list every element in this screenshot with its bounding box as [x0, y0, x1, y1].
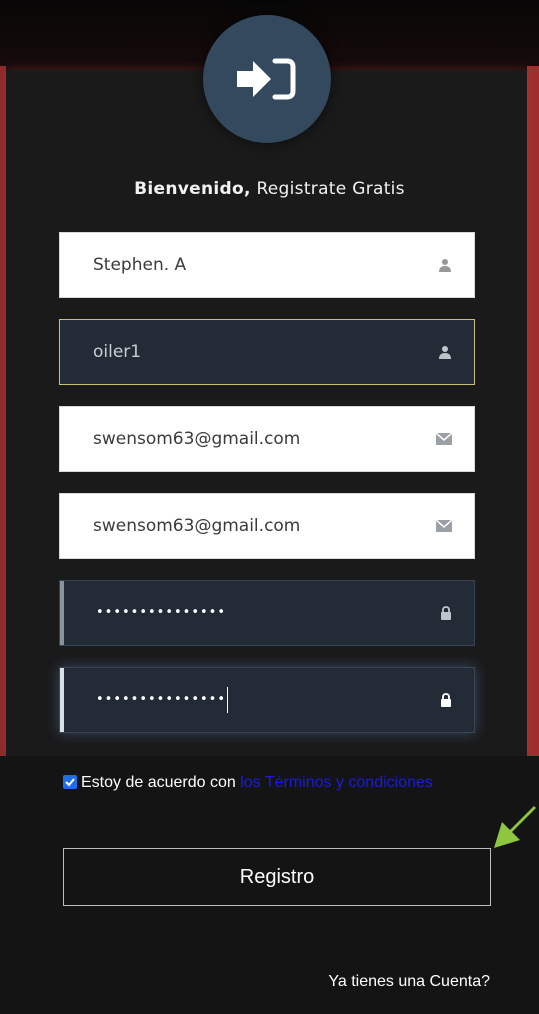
email-value: swensom63@gmail.com — [93, 429, 301, 449]
terms-row: Estoy de acuerdo con los Términos y cond… — [63, 771, 443, 795]
green-arrow-icon — [494, 806, 536, 848]
user-icon — [439, 346, 451, 359]
terms-link[interactable]: los Términos y condiciones — [240, 774, 433, 791]
username-value: oiler1 — [93, 342, 142, 362]
checkmark-icon — [65, 778, 75, 787]
text-caret — [227, 686, 229, 713]
field-accent-bar — [60, 581, 64, 645]
password-confirm-wrap: ••••••••••••••• — [96, 668, 229, 732]
card-edge-right — [527, 66, 539, 756]
sign-in-avatar — [203, 15, 331, 143]
welcome-heading: Bienvenido, Registrate Gratis — [0, 179, 539, 199]
password-confirm-value: ••••••••••••••• — [96, 692, 227, 707]
login-link[interactable]: Ya tienes una Cuenta? — [328, 973, 490, 991]
field-accent-bar — [60, 668, 64, 732]
welcome-rest: Registrate Gratis — [250, 179, 405, 199]
password-field[interactable]: ••••••••••••••• — [59, 580, 475, 646]
user-icon — [439, 259, 451, 272]
fullname-value: Stephen. A — [93, 255, 187, 275]
password-confirm-field[interactable]: ••••••••••••••• — [59, 667, 475, 733]
welcome-bold: Bienvenido, — [134, 179, 251, 199]
username-field[interactable]: oiler1 — [59, 319, 475, 385]
sign-in-icon — [237, 58, 296, 100]
email-field[interactable]: swensom63@gmail.com — [59, 406, 475, 472]
terms-checkbox[interactable] — [63, 775, 77, 789]
fullname-field[interactable]: Stephen. A — [59, 232, 475, 298]
email-confirm-value: swensom63@gmail.com — [93, 516, 301, 536]
lock-icon — [441, 606, 451, 620]
password-value: ••••••••••••••• — [96, 605, 227, 620]
lock-icon — [441, 693, 451, 707]
terms-text: Estoy de acuerdo con — [81, 774, 241, 791]
register-button[interactable]: Registro — [63, 848, 491, 906]
email-confirm-field[interactable]: swensom63@gmail.com — [59, 493, 475, 559]
envelope-icon — [436, 520, 452, 532]
envelope-icon — [436, 433, 452, 445]
